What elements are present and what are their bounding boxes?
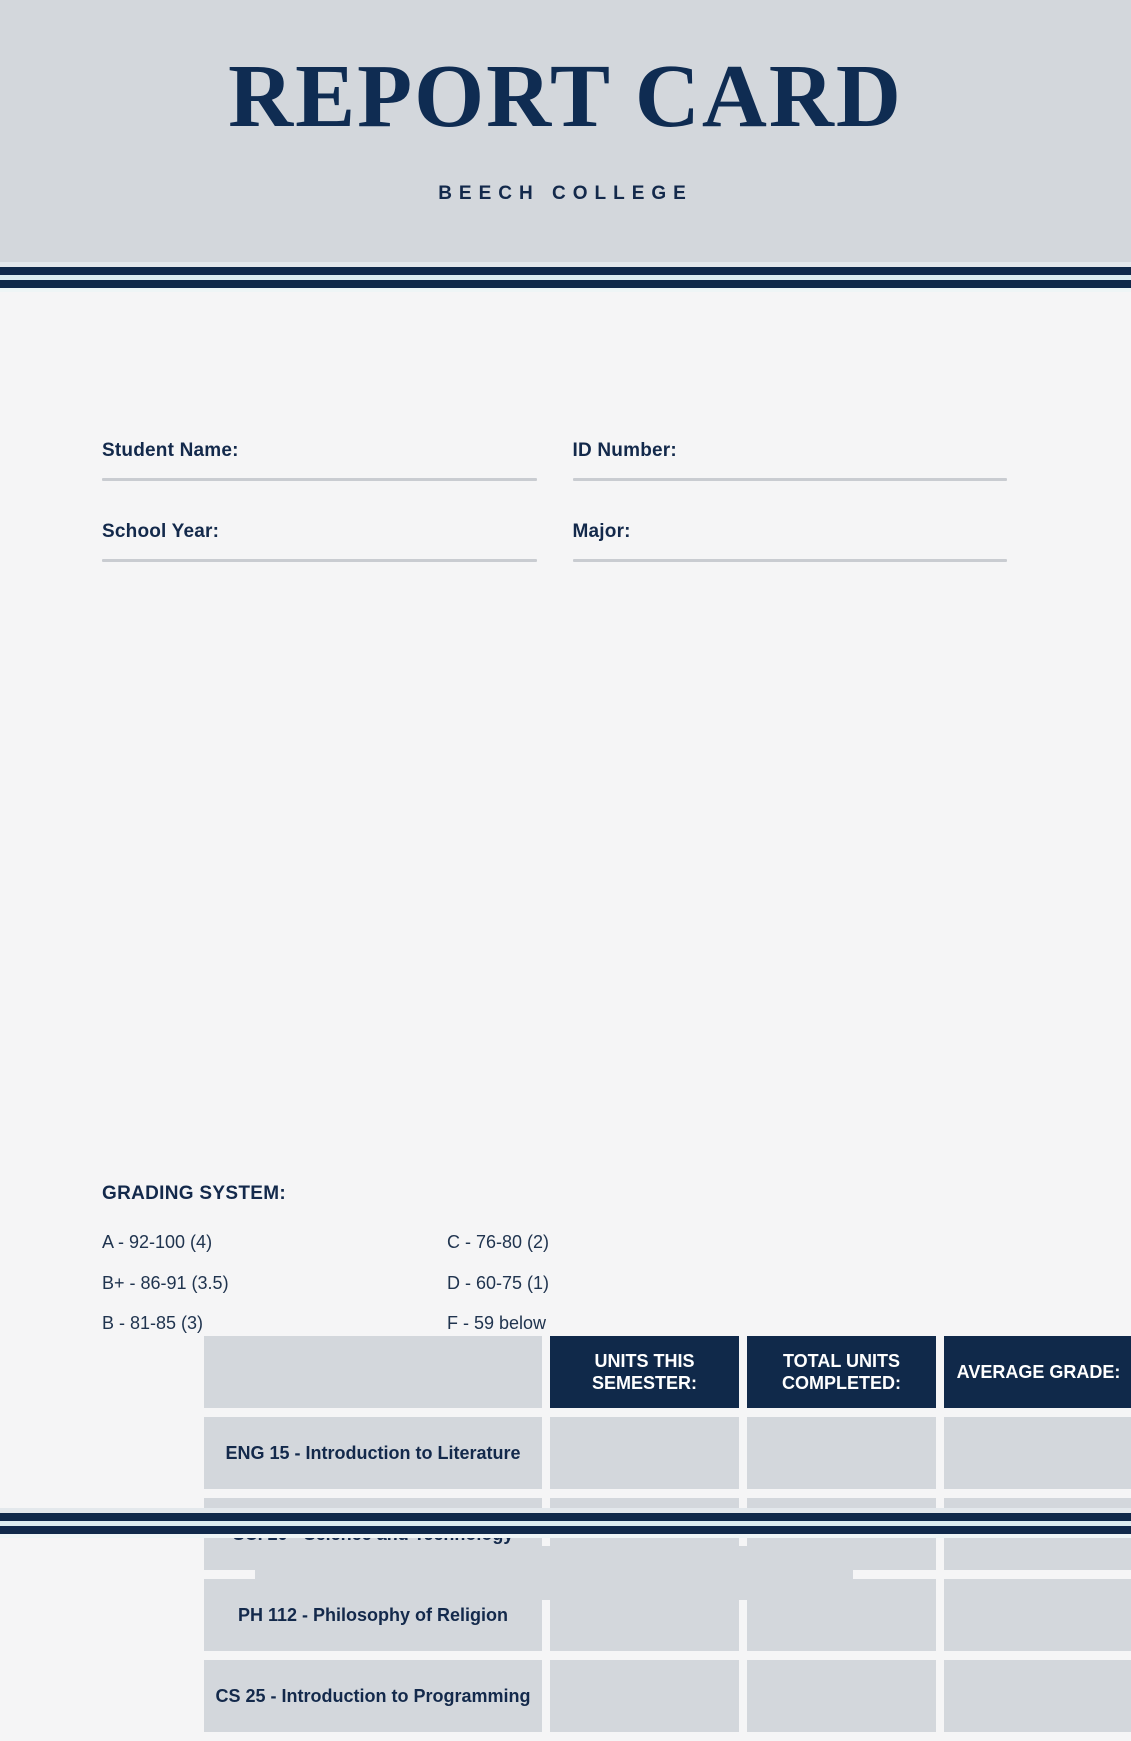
cell-average-grade[interactable] — [944, 1660, 1131, 1732]
grading-item: F - 59 below — [447, 1313, 547, 1334]
label-student-name: Student Name: — [102, 440, 239, 461]
student-info-row-1: Student Name: ID Number: — [102, 440, 1007, 481]
cell-total-units-completed[interactable] — [747, 1660, 936, 1732]
course-name-cell: ENG 15 - Introduction to Literature — [204, 1417, 542, 1489]
field-major[interactable]: Major: — [572, 521, 1007, 562]
grading-item: C - 76-80 (2) — [447, 1232, 550, 1252]
cell-units-this-semester[interactable] — [550, 1660, 739, 1732]
college-name: BEECH COLLEGE — [438, 183, 693, 204]
stripe-navy-lower — [0, 280, 1131, 288]
page-title: REPORT CARD — [228, 47, 903, 146]
stripe-navy-lower-footer — [0, 1526, 1131, 1534]
field-school-year[interactable]: School Year: — [102, 521, 537, 562]
underline-school-year — [102, 559, 537, 562]
underline-major — [572, 559, 1007, 562]
grading-column-left: A - 92-100 (4) B+ - 86-91 (3.5) B - 81-8… — [102, 1232, 447, 1354]
grading-system-title: GRADING SYSTEM: — [102, 1183, 286, 1204]
grading-item: B+ - 86-91 (3.5) — [102, 1272, 229, 1293]
cell-total-units-completed[interactable] — [747, 1417, 936, 1489]
student-info-section: Student Name: ID Number: School Year: Ma… — [102, 440, 1007, 602]
label-major: Major: — [572, 521, 631, 542]
grading-system-section: GRADING SYSTEM: A - 92-100 (4) B+ - 86-9… — [102, 1183, 802, 1354]
cell-average-grade[interactable] — [944, 1417, 1131, 1489]
grading-item: A - 92-100 (4) — [102, 1232, 213, 1252]
label-school-year: School Year: — [102, 521, 220, 542]
grading-item: D - 60-75 (1) — [447, 1272, 550, 1293]
stripe-tail-footer — [0, 1534, 1131, 1538]
student-info-row-2: School Year: Major: — [102, 521, 1007, 562]
stripe-navy-upper — [0, 267, 1131, 275]
footer-divider-stripes — [0, 1508, 1131, 1538]
grading-column-right: C - 76-80 (2) D - 60-75 (1) F - 59 below — [447, 1232, 792, 1354]
cell-units-this-semester[interactable] — [550, 1417, 739, 1489]
header-band: REPORT CARD BEECH COLLEGE — [0, 0, 1131, 262]
footer-signature-box — [255, 1546, 853, 1600]
report-card-page: REPORT CARD BEECH COLLEGE Student Name: … — [0, 0, 1131, 1732]
table-row: CS 25 - Introduction to Programming — [204, 1660, 1131, 1732]
table-row: ENG 15 - Introduction to Literature — [204, 1417, 1131, 1489]
course-name-cell: CS 25 - Introduction to Programming — [204, 1660, 542, 1732]
column-header-average-grade: AVERAGE GRADE: — [944, 1336, 1131, 1408]
cell-average-grade[interactable] — [944, 1579, 1131, 1651]
header-divider-stripes — [0, 262, 1131, 292]
stripe-tail — [0, 288, 1131, 292]
label-id-number: ID Number: — [572, 440, 677, 461]
grading-item: B - 81-85 (3) — [102, 1313, 204, 1334]
field-student-name[interactable]: Student Name: — [102, 440, 537, 481]
underline-student-name — [102, 478, 537, 481]
field-id-number[interactable]: ID Number: — [572, 440, 1007, 481]
underline-id-number — [572, 478, 1007, 481]
grading-system-columns: A - 92-100 (4) B+ - 86-91 (3.5) B - 81-8… — [102, 1232, 802, 1354]
stripe-navy-upper-footer — [0, 1513, 1131, 1521]
